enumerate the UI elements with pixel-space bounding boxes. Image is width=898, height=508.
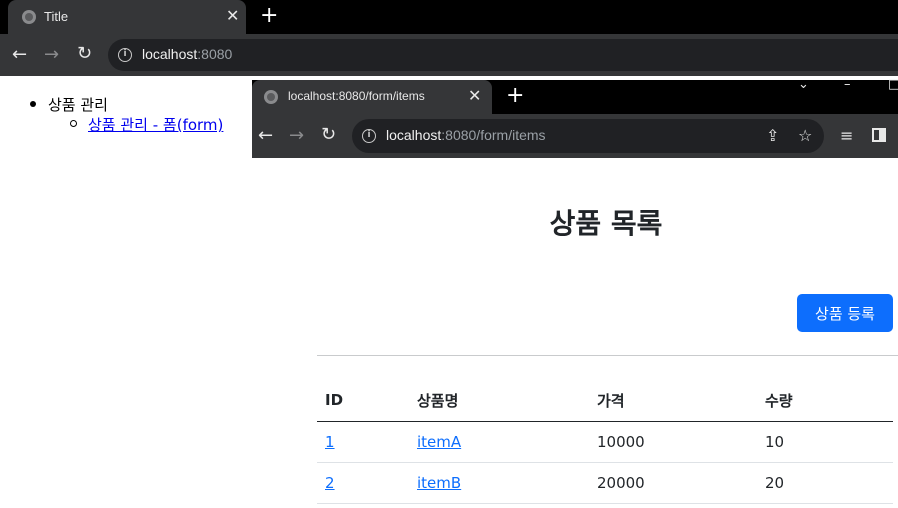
page-title: 상품 목록 <box>549 207 663 240</box>
cell-id: 1 <box>317 421 409 463</box>
add-item-button[interactable]: 상품 등록 <box>797 294 893 332</box>
back-url: localhost:8080 <box>142 46 232 62</box>
info-icon[interactable]: i <box>362 129 376 143</box>
cell-name: itemA <box>409 421 589 463</box>
cell-price: 10000 <box>589 421 757 463</box>
table-row: 2 itemB 20000 20 <box>317 462 893 504</box>
back-address-bar[interactable]: i localhost:8080 <box>108 39 898 71</box>
side-panel-icon[interactable] <box>872 128 886 142</box>
front-tab[interactable]: localhost:8080/form/items ✕ <box>252 80 492 114</box>
divider <box>317 355 898 356</box>
new-tab-button[interactable]: + <box>506 84 524 108</box>
url-path: :8080/form/items <box>441 127 546 143</box>
back-toolbar: ← → ↻ i localhost:8080 <box>0 34 898 76</box>
item-name-link[interactable]: itemA <box>417 433 461 451</box>
table-header-row: ID 상품명 가격 수량 <box>317 380 893 422</box>
front-tab-title: localhost:8080/form/items <box>288 89 425 103</box>
new-tab-button[interactable]: + <box>260 4 278 28</box>
cell-quantity: 20 <box>757 462 893 504</box>
item-id-link[interactable]: 2 <box>325 474 335 492</box>
forward-arrow-icon[interactable]: → <box>289 126 304 146</box>
close-icon[interactable]: ✕ <box>468 86 481 106</box>
item-id-link[interactable]: 1 <box>325 433 335 451</box>
globe-icon <box>22 10 36 24</box>
media-queue-icon[interactable]: ≡ <box>840 127 853 145</box>
cell-name: itemB <box>409 462 589 504</box>
forward-arrow-icon[interactable]: → <box>44 45 59 65</box>
cell-id: 2 <box>317 462 409 504</box>
back-arrow-icon[interactable]: ← <box>258 126 273 146</box>
items-table: ID 상품명 가격 수량 1 itemA 10000 10 2 itemB 20… <box>317 380 893 504</box>
front-page-content: 상품 목록 상품 등록 ID 상품명 가격 수량 1 itemA 10000 1… <box>252 158 898 508</box>
column-header-id: ID <box>317 380 409 422</box>
table-row: 1 itemA 10000 10 <box>317 421 893 463</box>
cell-price: 20000 <box>589 462 757 504</box>
back-tab[interactable]: Title ✕ <box>8 0 246 34</box>
minimize-icon[interactable]: – <box>844 78 851 92</box>
maximize-icon[interactable]: □ <box>888 78 898 92</box>
back-tab-strip: Title ✕ + <box>0 0 898 34</box>
sublist-bullet <box>70 120 77 127</box>
front-address-bar[interactable]: i localhost:8080/form/items ⇪ ☆ <box>352 119 824 153</box>
front-browser-window: localhost:8080/form/items ✕ + ⌄ – □ ← → … <box>252 78 898 508</box>
column-header-name: 상품명 <box>409 380 589 422</box>
url-host: localhost <box>386 127 442 143</box>
url-port: :8080 <box>197 46 233 62</box>
back-tab-title: Title <box>44 9 69 24</box>
item-name-link[interactable]: itemB <box>417 474 461 492</box>
url-host: localhost <box>142 46 198 62</box>
share-icon[interactable]: ⇪ <box>766 126 779 146</box>
front-url: localhost:8080/form/items <box>386 127 546 143</box>
front-tab-strip: localhost:8080/form/items ✕ + ⌄ – □ <box>252 78 898 114</box>
list-bullet <box>30 101 36 107</box>
column-header-quantity: 수량 <box>757 380 893 422</box>
back-arrow-icon[interactable]: ← <box>12 45 27 65</box>
reload-icon[interactable]: ↻ <box>321 125 336 145</box>
reload-icon[interactable]: ↻ <box>77 44 92 64</box>
nav-item-label: 상품 관리 <box>48 96 108 114</box>
front-toolbar: ← → ↻ i localhost:8080/form/items ⇪ ☆ ≡ <box>252 114 898 158</box>
close-icon[interactable]: ✕ <box>226 6 239 26</box>
bookmark-star-icon[interactable]: ☆ <box>798 126 812 146</box>
column-header-price: 가격 <box>589 380 757 422</box>
cell-quantity: 10 <box>757 421 893 463</box>
tab-search-chevron-icon[interactable]: ⌄ <box>798 78 809 92</box>
globe-icon <box>264 90 278 104</box>
item-form-link[interactable]: 상품 관리 - 폼(form) <box>88 114 223 135</box>
info-icon[interactable]: i <box>118 48 132 62</box>
